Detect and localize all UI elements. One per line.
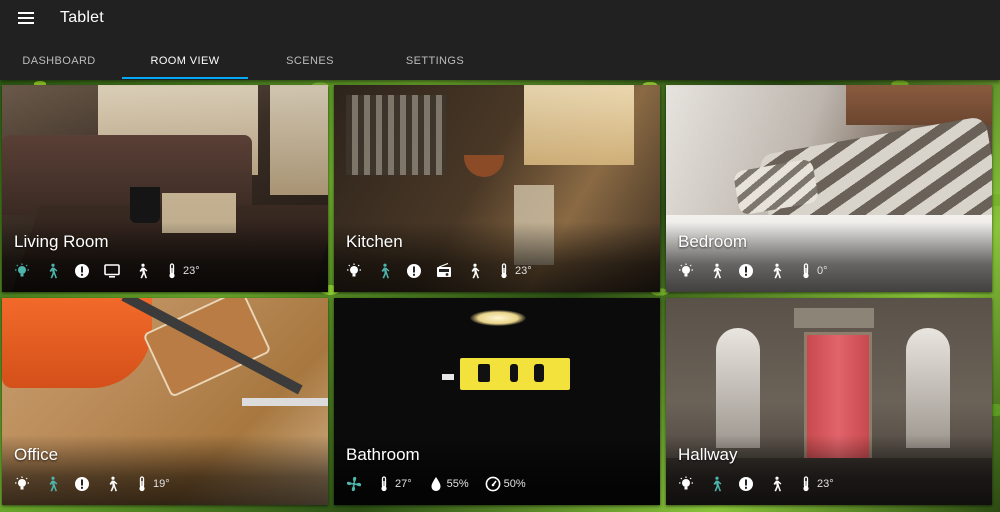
room-name: Kitchen — [346, 232, 403, 251]
menu-button[interactable] — [12, 6, 40, 30]
tab-bar: DASHBOARD ROOM VIEW SCENES SETTINGS — [0, 44, 1000, 80]
room-tile-office[interactable]: Office 19° — [2, 298, 328, 505]
motion-icon[interactable] — [376, 263, 392, 279]
status-value: 27° — [395, 478, 412, 490]
room-name: Living Room — [14, 232, 109, 251]
room-name: Hallway — [678, 445, 738, 464]
alert-icon[interactable] — [738, 263, 754, 279]
room-tile-bedroom[interactable]: Bedroom 0° — [666, 85, 992, 292]
thermometer-icon[interactable] — [798, 263, 814, 279]
room-name: Office — [14, 445, 59, 464]
person-walking-icon[interactable] — [768, 476, 784, 492]
room-name: Bathroom — [346, 445, 420, 464]
alert-icon[interactable] — [738, 476, 754, 492]
tab-settings[interactable]: SETTINGS — [372, 44, 498, 80]
room-status-icons: 19° — [14, 476, 170, 492]
room-status-icons: 23° — [14, 263, 200, 279]
status-value: 0° — [817, 265, 828, 277]
room-tile-bathroom[interactable]: Bathroom 27° 55% 50% — [334, 298, 660, 505]
room-tile-hallway[interactable]: Hallway 23° — [666, 298, 992, 505]
room-tile-living-room[interactable]: Living Room 23° — [2, 85, 328, 292]
person-walking-icon[interactable] — [466, 263, 482, 279]
radio-icon[interactable] — [436, 263, 452, 279]
light-bulb-icon[interactable] — [346, 263, 362, 279]
status-value: 50% — [503, 478, 526, 490]
gauge-icon[interactable] — [485, 476, 501, 492]
thermometer-icon[interactable] — [134, 476, 150, 492]
status-value: 19° — [153, 478, 170, 490]
alert-icon[interactable] — [74, 263, 90, 279]
room-status-icons: 0° — [678, 263, 828, 279]
thermometer-icon[interactable] — [496, 263, 512, 279]
page-title: Tablet — [60, 9, 104, 26]
tv-icon[interactable] — [104, 263, 120, 279]
person-walking-icon[interactable] — [768, 263, 784, 279]
room-status-icons: 23° — [346, 263, 532, 279]
fan-icon[interactable] — [346, 476, 362, 492]
tab-room-view[interactable]: ROOM VIEW — [122, 44, 248, 80]
tab-dashboard[interactable]: DASHBOARD — [0, 44, 118, 80]
person-walking-icon[interactable] — [708, 263, 724, 279]
motion-icon[interactable] — [44, 263, 60, 279]
room-name: Bedroom — [678, 232, 747, 251]
status-value: 23° — [183, 265, 200, 277]
room-status-icons: 27° 55% 50% — [346, 476, 526, 492]
app-bar: Tablet DASHBOARD ROOM VIEW SCENES SETTIN… — [0, 0, 1000, 80]
room-status-icons: 23° — [678, 476, 834, 492]
tab-scenes[interactable]: SCENES — [252, 44, 368, 80]
active-tab-indicator — [122, 77, 248, 79]
alert-icon[interactable] — [74, 476, 90, 492]
light-bulb-icon[interactable] — [678, 476, 694, 492]
light-bulb-icon[interactable] — [14, 476, 30, 492]
motion-icon[interactable] — [44, 476, 60, 492]
motion-icon[interactable] — [708, 476, 724, 492]
room-tile-kitchen[interactable]: Kitchen 23° — [334, 85, 660, 292]
person-walking-icon[interactable] — [134, 263, 150, 279]
thermometer-icon[interactable] — [376, 476, 392, 492]
light-bulb-icon[interactable] — [678, 263, 694, 279]
thermometer-icon[interactable] — [164, 263, 180, 279]
alert-icon[interactable] — [406, 263, 422, 279]
thermometer-icon[interactable] — [798, 476, 814, 492]
person-walking-icon[interactable] — [104, 476, 120, 492]
status-value: 55% — [446, 478, 469, 490]
humidity-drop-icon[interactable] — [428, 476, 444, 492]
hamburger-icon — [18, 12, 34, 24]
status-value: 23° — [515, 265, 532, 277]
status-value: 23° — [817, 478, 834, 490]
light-bulb-icon[interactable] — [14, 263, 30, 279]
